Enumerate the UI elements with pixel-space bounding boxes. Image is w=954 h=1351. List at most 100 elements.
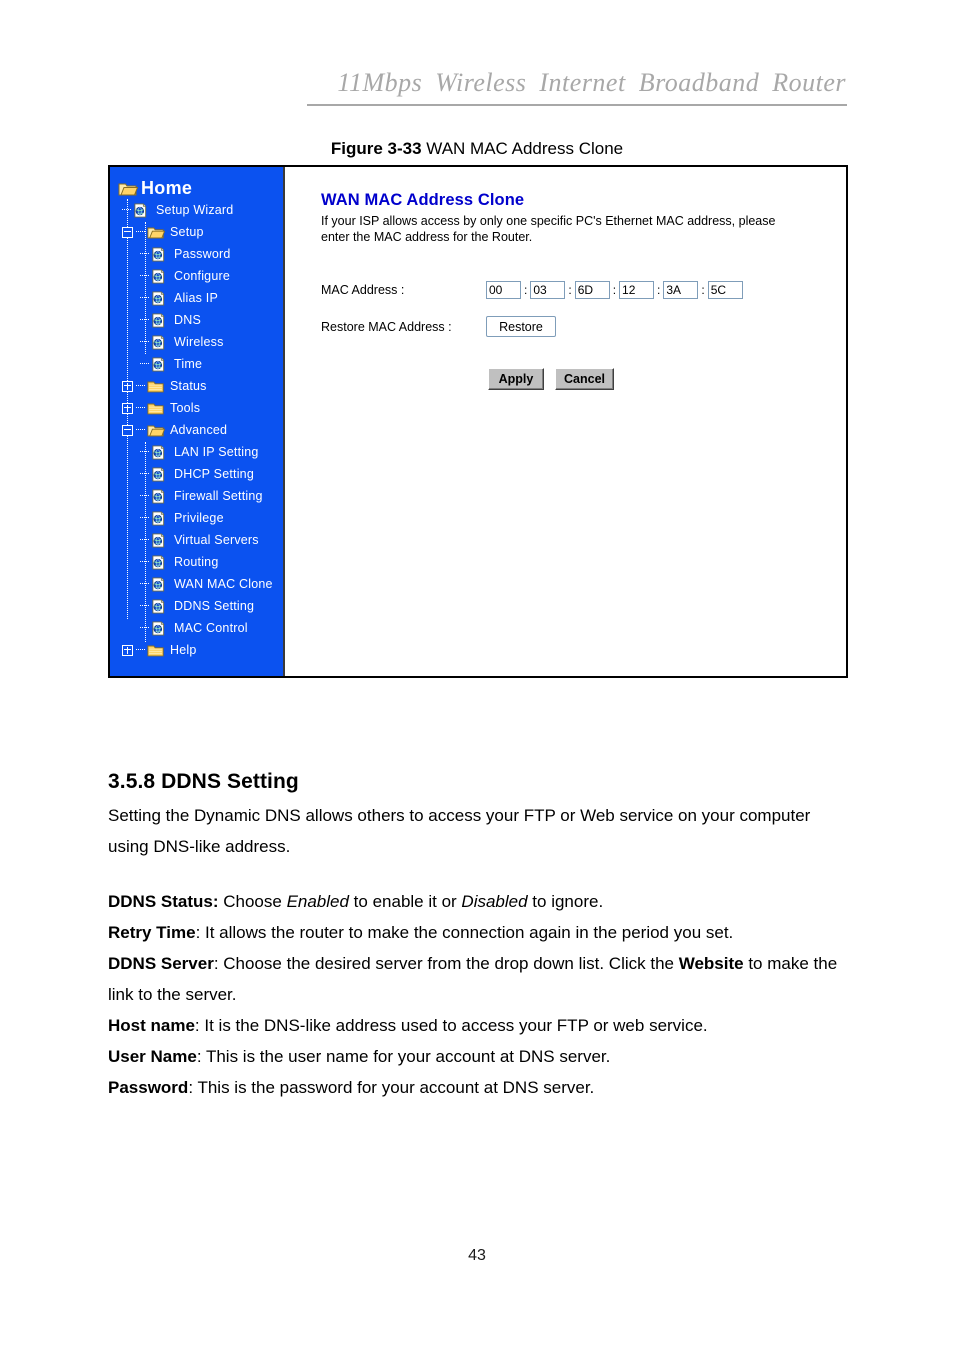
page-globe-icon xyxy=(151,312,168,328)
definition-item: User Name: This is the user name for you… xyxy=(108,1041,852,1072)
mac-octet-input-6[interactable] xyxy=(707,280,743,299)
sidebar-item-tools[interactable]: Tools xyxy=(110,397,283,419)
sidebar-item-label: Alias IP xyxy=(174,291,218,305)
sidebar-item-privilege[interactable]: Privilege xyxy=(110,507,283,529)
definition-term: Host name xyxy=(108,1016,195,1035)
sidebar-tree-items: Setup Wizard Setup Password Configure Alias … xyxy=(110,199,283,661)
sidebar-item-wan-mac-clone[interactable]: WAN MAC Clone xyxy=(110,573,283,595)
sidebar-item-lan-ip-setting[interactable]: LAN IP Setting xyxy=(110,441,283,463)
tree-connector-line xyxy=(136,429,145,431)
definition-item: Host name: It is the DNS-like address us… xyxy=(108,1010,852,1041)
page-globe-icon xyxy=(151,510,168,526)
collapse-node-icon[interactable] xyxy=(122,226,133,238)
folder-open-icon xyxy=(147,225,165,240)
sidebar-item-label: Status xyxy=(170,379,207,393)
tree-connector-line xyxy=(140,473,149,475)
tree-connector-line xyxy=(140,363,149,365)
sidebar-item-label: DHCP Setting xyxy=(174,467,254,481)
expand-node-icon[interactable] xyxy=(122,380,133,392)
mac-address-label: MAC Address : xyxy=(321,282,405,297)
tree-connector-line xyxy=(140,605,149,607)
sidebar-item-help[interactable]: Help xyxy=(110,639,283,661)
definition-item: Retry Time: It allows the router to make… xyxy=(108,917,852,948)
definition-term: DDNS Server xyxy=(108,954,214,973)
definition-item: DDNS Server: Choose the desired server f… xyxy=(108,948,852,1010)
sidebar-item-setup[interactable]: Setup xyxy=(110,221,283,243)
sidebar-item-time[interactable]: Time xyxy=(110,353,283,375)
tree-connector-line xyxy=(140,451,149,453)
sidebar-item-advanced[interactable]: Advanced xyxy=(110,419,283,441)
tree-connector-line xyxy=(136,231,145,233)
mac-octet-separator: : xyxy=(524,282,528,297)
sidebar-item-label: Routing xyxy=(174,555,219,569)
definition-emphasis: Enabled xyxy=(286,892,349,911)
page-globe-icon xyxy=(133,202,150,218)
form-action-buttons: Apply Cancel xyxy=(488,368,846,390)
collapse-node-icon[interactable] xyxy=(122,424,133,436)
mac-octet-input-5[interactable] xyxy=(663,280,699,299)
definition-term: User Name xyxy=(108,1047,197,1066)
sidebar-item-label: Virtual Servers xyxy=(174,533,259,547)
page-globe-icon xyxy=(151,554,168,570)
mac-octet-input-4[interactable] xyxy=(619,280,655,299)
mac-octet-input-1[interactable] xyxy=(486,280,521,299)
page-description: If your ISP allows access by only one sp… xyxy=(321,214,776,244)
figure-number: Figure 3-33 xyxy=(330,139,422,158)
tree-connector-line xyxy=(136,407,145,409)
running-head: 11Mbps Wireless Internet Broadband Route… xyxy=(337,68,846,97)
restore-button[interactable]: Restore xyxy=(486,316,556,337)
main-content-panel: WAN MAC Address Clone If your ISP allows… xyxy=(285,167,846,676)
mac-octet-separator: : xyxy=(701,282,705,297)
tree-connector-line xyxy=(140,539,149,541)
sidebar-item-password[interactable]: Password xyxy=(110,243,283,265)
mac-address-input-group: ::::: xyxy=(486,280,743,299)
sidebar-item-virtual-servers[interactable]: Virtual Servers xyxy=(110,529,283,551)
page-globe-icon xyxy=(151,466,168,482)
sidebar-item-alias-ip[interactable]: Alias IP xyxy=(110,287,283,309)
sidebar-item-dns[interactable]: DNS xyxy=(110,309,283,331)
section-heading: 3.5.8 DDNS Setting xyxy=(108,770,299,793)
folder-closed-icon xyxy=(147,401,164,416)
sidebar-item-label: MAC Control xyxy=(174,621,248,635)
definition-item: DDNS Status: Choose Enabled to enable it… xyxy=(108,886,852,917)
sidebar-item-wireless[interactable]: Wireless xyxy=(110,331,283,353)
sidebar-item-label: Setup xyxy=(170,225,204,239)
sidebar-item-configure[interactable]: Configure xyxy=(110,265,283,287)
sidebar-item-mac-control[interactable]: MAC Control xyxy=(110,617,283,639)
mac-clone-form: MAC Address : ::::: Restore MAC Address … xyxy=(321,276,846,390)
sidebar-item-label: Home xyxy=(141,177,193,198)
sidebar-item-firewall-setting[interactable]: Firewall Setting xyxy=(110,485,283,507)
sidebar-item-home[interactable]: Home xyxy=(110,177,283,199)
definition-strong: Website xyxy=(678,954,744,973)
sidebar-item-label: Advanced xyxy=(170,423,228,437)
document-body: 3.5.8 DDNS Setting Setting the Dynamic D… xyxy=(108,770,852,1103)
expand-node-icon[interactable] xyxy=(122,402,133,414)
apply-button[interactable]: Apply xyxy=(488,368,544,390)
folder-open-icon xyxy=(118,181,138,196)
tree-connector-line xyxy=(140,517,149,519)
cancel-button[interactable]: Cancel xyxy=(555,368,614,390)
sidebar-item-status[interactable]: Status xyxy=(110,375,283,397)
tree-connector-line xyxy=(140,275,149,277)
tree-connector-line xyxy=(140,583,149,585)
sidebar-item-setup-wizard[interactable]: Setup Wizard xyxy=(110,199,283,221)
sidebar-item-label: Firewall Setting xyxy=(174,489,263,503)
sidebar-item-ddns-setting[interactable]: DDNS Setting xyxy=(110,595,283,617)
section-intro-paragraph: Setting the Dynamic DNS allows others to… xyxy=(108,806,811,856)
folder-open-icon xyxy=(147,423,165,438)
sidebar-item-label: Help xyxy=(170,643,197,657)
mac-octet-separator: : xyxy=(568,282,572,297)
definition-term: Retry Time xyxy=(108,923,196,942)
mac-octet-separator: : xyxy=(657,282,661,297)
page-globe-icon xyxy=(151,598,168,614)
tree-connector-line xyxy=(122,209,131,211)
mac-octet-input-3[interactable] xyxy=(574,280,610,299)
sidebar-item-dhcp-setting[interactable]: DHCP Setting xyxy=(110,463,283,485)
running-head-rule xyxy=(307,104,847,106)
definition-text: : Choose the desired server from the dro… xyxy=(213,954,679,973)
sidebar-navigation-tree: Home Setup Wizard Setup Password Configure A… xyxy=(110,167,285,676)
expand-node-icon[interactable] xyxy=(122,644,133,656)
definition-text: : This is the user name for your account… xyxy=(196,1047,611,1066)
sidebar-item-routing[interactable]: Routing xyxy=(110,551,283,573)
mac-octet-input-2[interactable] xyxy=(530,280,566,299)
